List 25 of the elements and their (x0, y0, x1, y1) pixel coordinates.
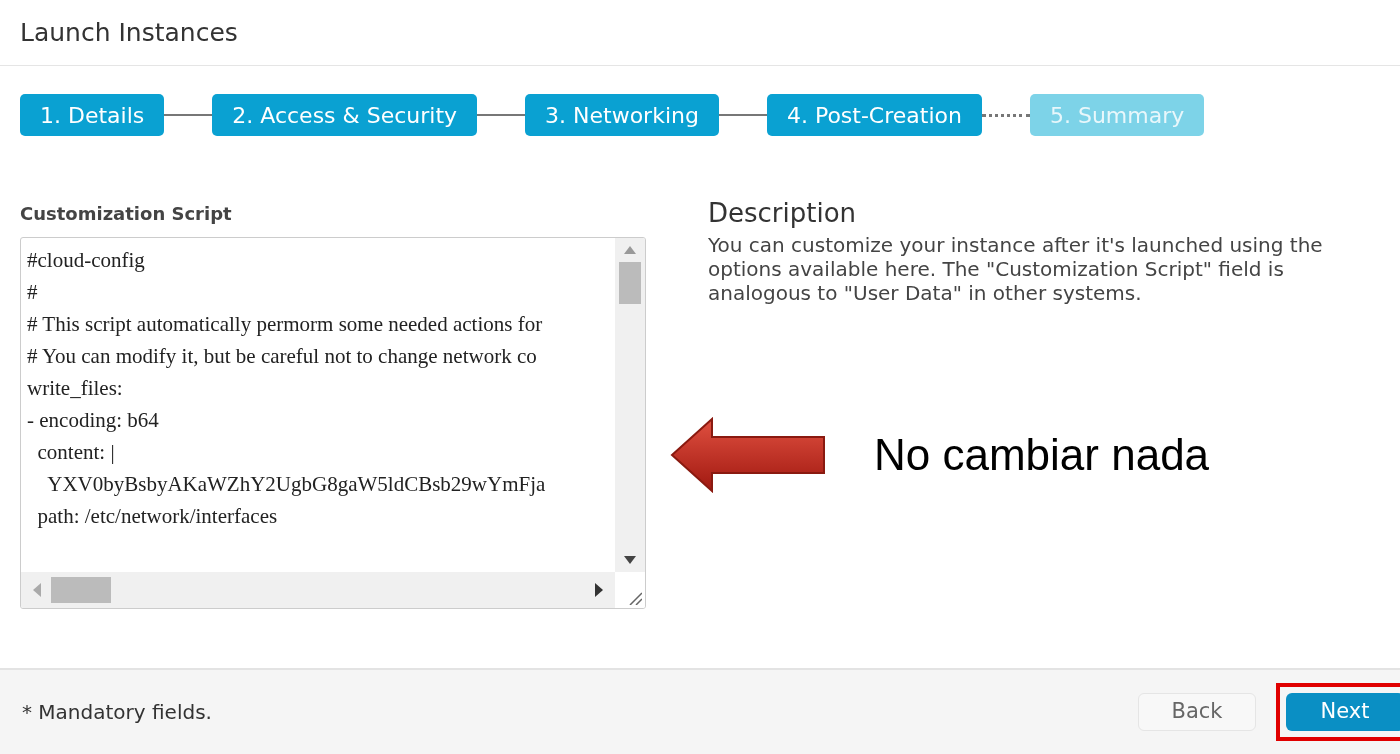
wizard-step-tab[interactable]: 2. Access & Security (212, 94, 478, 136)
resize-grip-icon[interactable] (628, 591, 642, 605)
scroll-left-icon[interactable] (33, 583, 41, 597)
wizard-step-tab[interactable]: 4. Post-Creation (766, 94, 982, 136)
scroll-down-icon[interactable] (624, 556, 636, 564)
horizontal-scrollbar[interactable] (21, 572, 615, 608)
wizard-step-tab[interactable]: 3. Networking (525, 94, 719, 136)
vertical-scrollbar[interactable] (615, 238, 645, 572)
wizard-button[interactable]: Next (1286, 693, 1400, 731)
mandatory-note: * Mandatory fields. (22, 699, 212, 726)
window-title: Launch Instances (20, 16, 238, 49)
scroll-up-icon[interactable] (624, 246, 636, 254)
annotation-text: No cambiar nada (874, 429, 1210, 481)
scrollbar-thumb[interactable] (619, 262, 641, 304)
field-label: Customization Script (20, 202, 233, 226)
wizard-step-tab[interactable]: 5. Summary (1029, 94, 1205, 136)
left-arrow-icon (670, 417, 826, 493)
script-textarea[interactable] (20, 237, 646, 609)
wizard-button[interactable]: Back (1138, 693, 1256, 731)
script-text: #cloud-config # # This script automatically permorm some needed actions for # You can modify it, but be careful not to change network co write_files: - encoding: b64 content: | YXV0byBsbyAKaWZhY2UgbG8gaW5ldCBsb29wYmFja path: /etc/network/interfaces (26, 247, 547, 530)
wizard-step-tab[interactable]: 1. Details (20, 94, 165, 136)
scrollbar-thumb[interactable] (51, 577, 111, 603)
description-text: You can customize your instance after it's launched using the options available here. The "Customization Script" field is analogous to "User Data" in other systems. (708, 233, 1324, 305)
description-title: Description (708, 197, 858, 230)
scroll-right-icon[interactable] (595, 583, 603, 597)
